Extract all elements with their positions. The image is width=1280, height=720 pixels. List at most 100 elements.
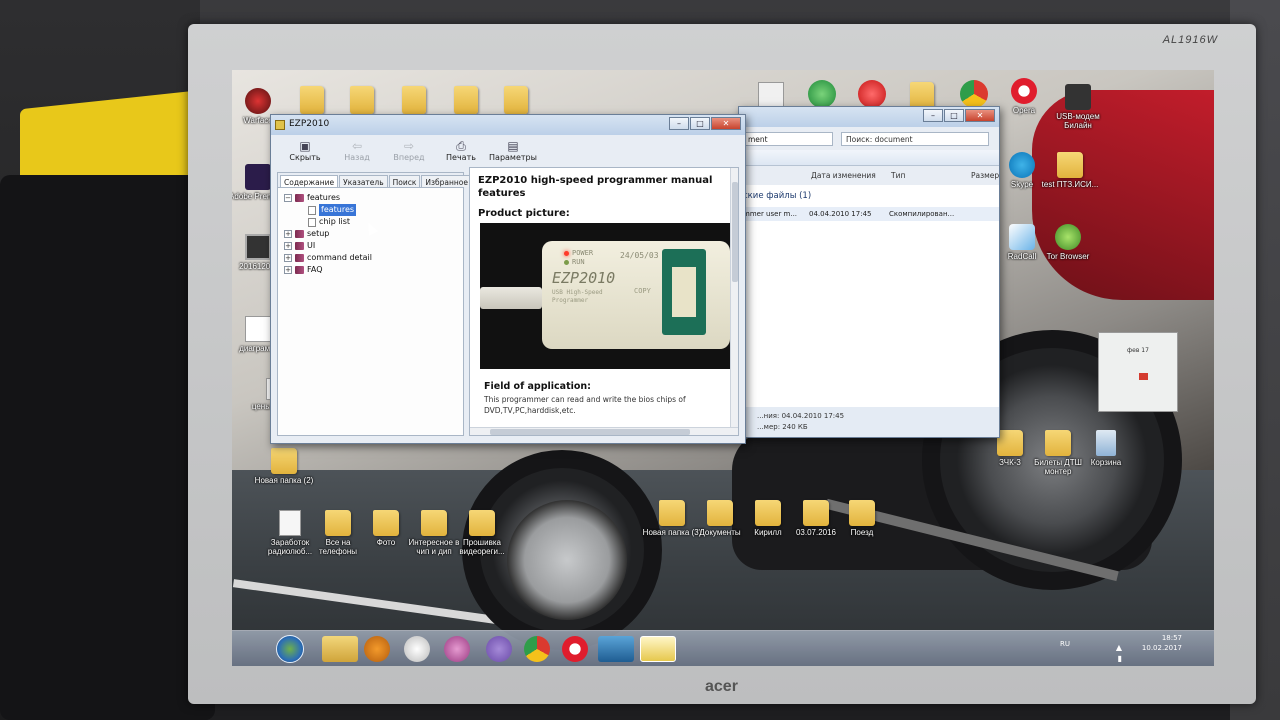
product-photo: POWER RUN 24/05/03 EZP2010 USB High-Spee… <box>480 223 730 369</box>
maximize-button[interactable]: □ <box>690 117 710 130</box>
language-indicator[interactable]: RU <box>1060 640 1070 650</box>
command-bar <box>739 150 999 166</box>
address-bar[interactable]: ment <box>743 132 833 146</box>
clock-date[interactable]: 10.02.2017 <box>1142 644 1182 654</box>
folder-icon[interactable] <box>300 86 324 114</box>
taskbar: RU ▲ ▮ ▂▄ 🔈 18:57 10.02.2017 <box>232 630 1214 666</box>
desktop-icon-usb-modem[interactable]: USB-модем Билайн <box>1048 84 1108 130</box>
desktop-icon-proshivka[interactable]: Прошивка видеореги... <box>452 510 512 556</box>
explorer-titlebar[interactable]: – □ ✕ <box>739 107 999 127</box>
record-icon[interactable] <box>858 80 886 108</box>
taskbar-chrome[interactable] <box>524 636 550 662</box>
taskbar-hp[interactable] <box>404 636 430 662</box>
tab-index[interactable]: Указатель <box>339 175 388 187</box>
scroll-thumb[interactable] <box>490 429 690 435</box>
vertical-scrollbar[interactable] <box>730 168 738 435</box>
column-size[interactable]: Размер <box>971 171 999 180</box>
hide-button[interactable]: ▣ Скрыть <box>281 136 329 172</box>
help-content: EZP2010 high-speed programmer manual fea… <box>469 167 739 436</box>
hide-icon: ▣ <box>299 139 311 153</box>
calendar-month: фев 17 <box>1127 347 1149 354</box>
help-titlebar[interactable]: EZP2010 – □ ✕ <box>271 115 745 135</box>
horizontal-scrollbar[interactable] <box>470 427 738 435</box>
column-type[interactable]: Тип <box>891 171 905 180</box>
folder-icon <box>325 510 351 536</box>
folder-icon[interactable] <box>454 86 478 114</box>
desktop-icon-novaya-papka-2[interactable]: Новая папка (2) <box>254 448 314 485</box>
video-file-icon <box>245 234 271 260</box>
chrome-icon[interactable] <box>960 80 988 108</box>
dark-object <box>0 175 215 720</box>
start-button[interactable] <box>276 635 304 663</box>
details-pane: ...ния: 04.04.2010 17:45 ...мер: 240 КБ <box>739 407 999 437</box>
taskbar-media-player[interactable] <box>364 636 390 662</box>
clock-time[interactable]: 18:57 <box>1142 634 1182 644</box>
taskbar-app[interactable] <box>444 636 470 662</box>
modem-icon <box>1065 84 1091 110</box>
folder-icon <box>1045 430 1071 456</box>
scroll-thumb[interactable] <box>732 182 738 282</box>
calendar-gadget[interactable]: фев 17 <box>1098 332 1178 412</box>
taskbar-opera[interactable] <box>562 636 588 662</box>
document-icon <box>279 510 301 536</box>
close-button[interactable]: ✕ <box>965 109 995 122</box>
folder-icon <box>421 510 447 536</box>
tor-icon <box>1055 224 1081 250</box>
folder-icon[interactable] <box>504 86 528 114</box>
expand-icon[interactable]: + <box>284 242 292 250</box>
column-date[interactable]: Дата изменения <box>811 171 876 180</box>
desktop-icon-test[interactable]: test ПТЗ.ИСИ... <box>1040 152 1100 189</box>
back-button[interactable]: ⇦ Назад <box>333 136 381 172</box>
expand-icon[interactable]: + <box>284 230 292 238</box>
desktop-icon-tor[interactable]: Tor Browser <box>1038 224 1098 261</box>
taskbar-ezp2010[interactable] <box>640 636 676 662</box>
photo-scene: AL1916W acer Warface Adobe Premiere 2016… <box>0 0 1280 720</box>
file-type: Скомпилирован... <box>889 210 955 218</box>
help-window[interactable]: EZP2010 – □ ✕ ▣ Скрыть ⇦ Назад ⇨ Вперед … <box>270 114 746 444</box>
minimize-button[interactable]: – <box>923 109 943 122</box>
tree-item-ui[interactable]: + UI <box>284 240 457 252</box>
file-row[interactable]: mmer user m... 04.04.2010 17:45 Скомпили… <box>739 207 999 221</box>
folder-icon[interactable] <box>350 86 374 114</box>
field-heading: Field of application: <box>484 381 591 392</box>
folder-icon[interactable] <box>402 86 426 114</box>
collapse-icon[interactable]: − <box>284 194 292 202</box>
folder-icon <box>997 430 1023 456</box>
maximize-button[interactable]: □ <box>944 109 964 122</box>
desktop-icon-poezd[interactable]: Поезд <box>832 500 892 537</box>
tree-item-command-detail[interactable]: + command detail <box>284 252 457 264</box>
options-icon: ▤ <box>507 139 519 153</box>
explorer-window[interactable]: – □ ✕ ment Поиск: document Дата изменени… <box>738 106 1000 438</box>
tree-item-faq[interactable]: + FAQ <box>284 264 457 276</box>
tree-item-features-root[interactable]: − features <box>284 192 457 204</box>
tab-favorites[interactable]: Избранное <box>421 175 472 187</box>
opera-icon <box>1011 78 1037 104</box>
taskbar-explorer[interactable] <box>322 636 358 662</box>
tab-contents[interactable]: Содержание <box>280 175 339 187</box>
close-button[interactable]: ✕ <box>711 117 741 130</box>
desktop-screen: Warface Adobe Premiere 2016120... диагра… <box>232 70 1214 666</box>
download-icon[interactable] <box>808 80 836 108</box>
book-icon <box>295 230 304 238</box>
file-group-header[interactable]: ские файлы (1) <box>743 191 811 201</box>
device-date-label: 24/05/03 <box>620 251 659 260</box>
expand-icon[interactable]: + <box>284 254 292 262</box>
taskbar-app-2[interactable] <box>598 636 634 662</box>
forward-button[interactable]: ⇨ Вперед <box>385 136 433 172</box>
tray-icons[interactable]: ▲ ▮ ▂▄ 🔈 <box>1110 642 1122 666</box>
forward-icon: ⇨ <box>403 139 415 153</box>
monitor-brand: acer <box>705 678 738 695</box>
tree-item-features[interactable]: features <box>284 204 457 216</box>
desktop-icon-korzina[interactable]: Корзина <box>1076 430 1136 467</box>
taskbar-viber[interactable] <box>486 636 512 662</box>
search-input[interactable]: Поиск: document <box>841 132 989 146</box>
tab-search[interactable]: Поиск <box>388 175 421 187</box>
desktop-icon-opera[interactable]: Opera <box>994 78 1054 115</box>
print-icon: ⎙ <box>456 139 466 153</box>
help-window-controls: – □ ✕ <box>669 117 741 130</box>
page-icon <box>308 205 316 215</box>
run-led <box>564 260 569 265</box>
minimize-button[interactable]: – <box>669 117 689 130</box>
radcall-icon <box>1009 224 1035 250</box>
expand-icon[interactable]: + <box>284 266 292 274</box>
